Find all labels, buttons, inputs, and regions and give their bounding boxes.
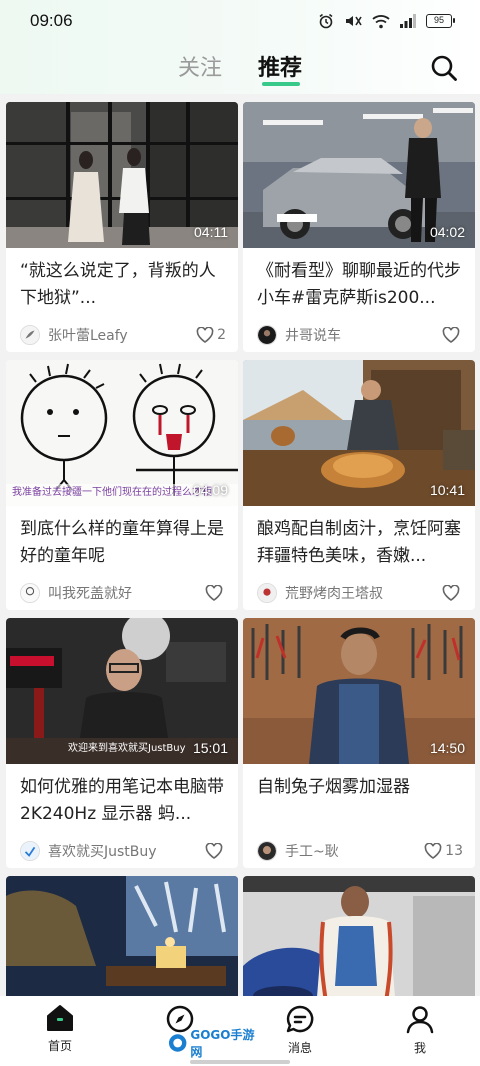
heart-icon bbox=[196, 327, 214, 343]
like-button[interactable]: 13 bbox=[424, 843, 463, 859]
battery-indicator: 95 bbox=[426, 14, 455, 28]
video-duration: 04:09 bbox=[192, 482, 228, 498]
video-card[interactable]: 我准备过去接疆一下他们现在在的过程么才相 04:09 到底什么样的童年算得上是好… bbox=[6, 360, 238, 610]
video-card[interactable] bbox=[243, 876, 475, 996]
video-duration: 04:02 bbox=[429, 224, 465, 240]
top-tabs: 关注 推荐 bbox=[0, 42, 480, 94]
status-bar: 09:06 95 bbox=[0, 0, 480, 42]
video-feed[interactable]: 04:11 “就这么说定了，背叛的人下地狱”... 张叶蕾Leafy 2 04:… bbox=[0, 94, 480, 996]
video-meta: 喜欢就买JustBuy bbox=[6, 828, 238, 868]
author-name[interactable]: 张叶蕾Leafy bbox=[48, 325, 128, 345]
video-duration: 14:50 bbox=[429, 740, 465, 756]
video-title[interactable]: “就这么说定了，背叛的人下地狱”... bbox=[6, 248, 238, 312]
tab-recommend[interactable]: 推荐 bbox=[258, 50, 302, 82]
tab-follow[interactable]: 关注 bbox=[178, 50, 222, 82]
video-title[interactable]: 自制兔子烟雾加湿器 bbox=[243, 764, 475, 828]
author-avatar[interactable] bbox=[20, 841, 40, 861]
video-thumbnail[interactable]: 10:41 bbox=[243, 360, 475, 506]
nav-profile[interactable]: 我 bbox=[360, 996, 480, 1066]
video-title[interactable]: 《耐看型》聊聊最近的代步小车#雷克萨斯is200... bbox=[243, 248, 475, 312]
author-name[interactable]: 井哥说车 bbox=[285, 325, 341, 345]
author-name[interactable]: 喜欢就买JustBuy bbox=[48, 841, 157, 861]
video-subtitle: 欢迎来到喜欢就买JustBuy bbox=[68, 743, 186, 754]
author-avatar[interactable] bbox=[257, 325, 277, 345]
author-avatar[interactable] bbox=[20, 325, 40, 345]
video-title[interactable]: 到底什么样的童年算得上是好的童年呢 bbox=[6, 506, 238, 570]
author-avatar[interactable] bbox=[20, 583, 40, 603]
mute-icon bbox=[346, 16, 362, 26]
video-thumbnail[interactable]: 04:02 bbox=[243, 102, 475, 248]
video-meta: 荒野烤肉王塔叔 bbox=[243, 570, 475, 610]
video-thumbnail[interactable]: 14:50 bbox=[243, 618, 475, 764]
like-button[interactable] bbox=[442, 585, 463, 601]
author-avatar[interactable] bbox=[257, 583, 277, 603]
video-card[interactable]: 14:50 自制兔子烟雾加湿器 手工~耿 13 bbox=[243, 618, 475, 868]
video-duration: 15:01 bbox=[192, 740, 228, 756]
home-indicator[interactable] bbox=[190, 1060, 290, 1064]
video-card[interactable]: 04:11 “就这么说定了，背叛的人下地狱”... 张叶蕾Leafy 2 bbox=[6, 102, 238, 352]
site-watermark: GOGO手游网 bbox=[168, 1028, 264, 1059]
active-tab-indicator bbox=[262, 82, 300, 86]
video-subtitle: 我准备过去接疆一下他们现在在的过程么才相 bbox=[12, 487, 212, 498]
video-card[interactable]: 04:02 《耐看型》聊聊最近的代步小车#雷克萨斯is200... 井哥说车 bbox=[243, 102, 475, 352]
wifi-icon bbox=[372, 14, 390, 28]
heart-icon bbox=[442, 585, 460, 601]
heart-icon bbox=[442, 327, 460, 343]
author-name[interactable]: 叫我死盖就好 bbox=[48, 583, 132, 603]
video-duration: 10:41 bbox=[429, 482, 465, 498]
search-icon[interactable] bbox=[430, 54, 458, 82]
video-card[interactable]: 欢迎来到喜欢就买JustBuy 15:01 如何优雅的用笔记本电脑带 2K240… bbox=[6, 618, 238, 868]
like-button[interactable]: 2 bbox=[196, 327, 226, 343]
profile-icon bbox=[406, 1006, 434, 1034]
author-avatar[interactable] bbox=[257, 841, 277, 861]
heart-icon bbox=[205, 585, 223, 601]
like-count: 13 bbox=[445, 843, 463, 859]
video-thumbnail[interactable]: 04:11 bbox=[6, 102, 238, 248]
video-thumbnail[interactable]: 欢迎来到喜欢就买JustBuy 15:01 bbox=[6, 618, 238, 764]
author-name[interactable]: 手工~耿 bbox=[285, 841, 339, 861]
message-icon bbox=[286, 1005, 314, 1033]
nav-label-messages: 消息 bbox=[287, 1041, 312, 1055]
heart-icon bbox=[205, 843, 223, 859]
video-thumbnail[interactable] bbox=[243, 876, 475, 996]
home-icon bbox=[47, 1005, 73, 1031]
video-card[interactable] bbox=[6, 876, 238, 996]
video-thumbnail[interactable] bbox=[6, 876, 238, 996]
video-meta: 手工~耿 13 bbox=[243, 828, 475, 868]
nav-label-profile: 我 bbox=[413, 1041, 426, 1055]
video-card[interactable]: 10:41 酿鸡配自制卤汁，烹饪阿塞拜疆特色美味，香嫩... 荒野烤肉王塔叔 bbox=[243, 360, 475, 610]
watermark-logo-icon bbox=[168, 1034, 187, 1052]
signal-icon bbox=[400, 14, 416, 28]
video-title[interactable]: 如何优雅的用笔记本电脑带 2K240Hz 显示器 蚂... bbox=[6, 764, 238, 828]
video-meta: 叫我死盖就好 bbox=[6, 570, 238, 610]
alarm-icon bbox=[319, 13, 333, 29]
video-thumbnail[interactable]: 我准备过去接疆一下他们现在在的过程么才相 04:09 bbox=[6, 360, 238, 506]
video-duration: 04:11 bbox=[194, 224, 228, 240]
nav-home[interactable]: 首页 bbox=[0, 996, 120, 1066]
like-button[interactable] bbox=[205, 843, 226, 859]
video-meta: 井哥说车 bbox=[243, 312, 475, 352]
video-meta: 张叶蕾Leafy 2 bbox=[6, 312, 238, 352]
like-button[interactable] bbox=[205, 585, 226, 601]
like-count: 2 bbox=[217, 327, 226, 343]
status-icons: 95 bbox=[318, 13, 455, 29]
status-time: 09:06 bbox=[30, 11, 73, 30]
watermark-text: GOGO手游网 bbox=[190, 1028, 255, 1059]
nav-label-home: 首页 bbox=[47, 1039, 72, 1053]
video-title[interactable]: 酿鸡配自制卤汁，烹饪阿塞拜疆特色美味，香嫩... bbox=[243, 506, 475, 570]
like-button[interactable] bbox=[442, 327, 463, 343]
heart-icon bbox=[424, 843, 442, 859]
author-name[interactable]: 荒野烤肉王塔叔 bbox=[285, 583, 383, 603]
